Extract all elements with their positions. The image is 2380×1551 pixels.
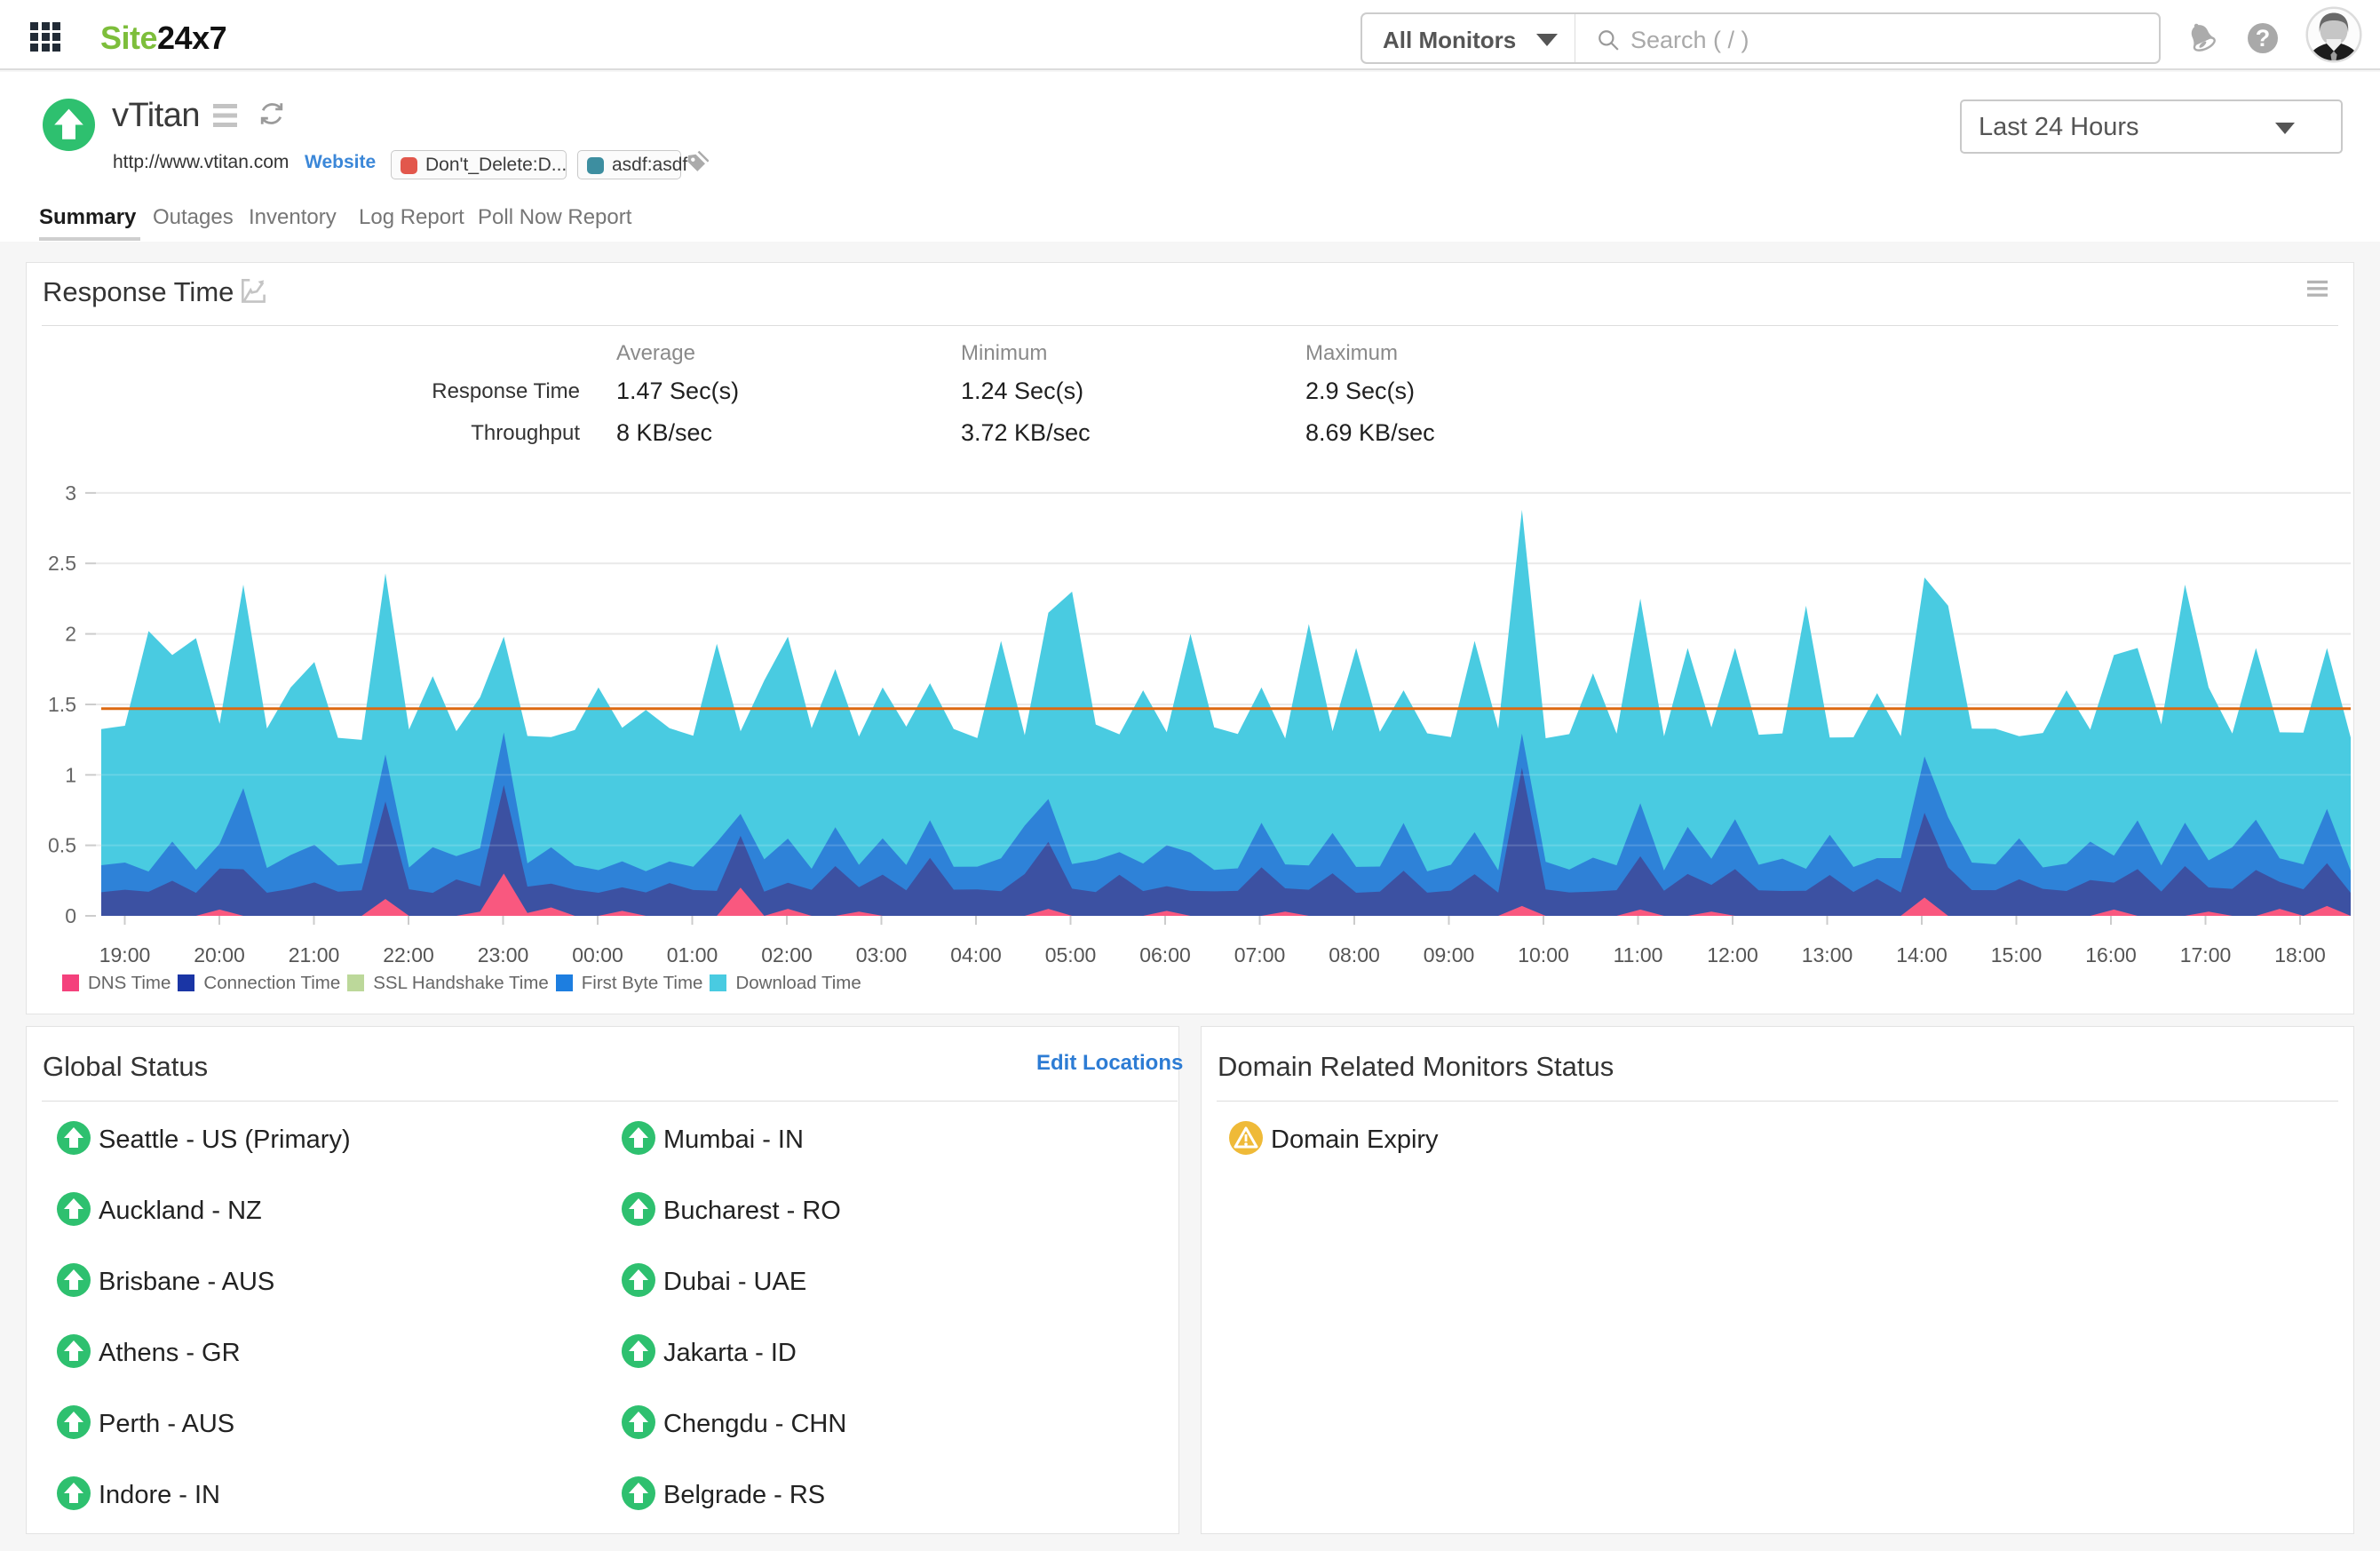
- svg-text:00:00: 00:00: [572, 943, 623, 966]
- svg-text:23:00: 23:00: [478, 943, 529, 966]
- svg-text:19:00: 19:00: [99, 943, 151, 966]
- svg-text:18:00: 18:00: [2274, 943, 2326, 966]
- svg-text:22:00: 22:00: [383, 943, 434, 966]
- svg-text:0.5: 0.5: [48, 834, 76, 857]
- svg-text:13:00: 13:00: [1802, 943, 1853, 966]
- svg-text:2.5: 2.5: [48, 552, 76, 575]
- svg-text:17:00: 17:00: [2180, 943, 2232, 966]
- svg-text:07:00: 07:00: [1234, 943, 1286, 966]
- svg-text:0: 0: [65, 904, 76, 927]
- svg-text:21:00: 21:00: [289, 943, 340, 966]
- svg-text:02:00: 02:00: [761, 943, 813, 966]
- svg-text:20:00: 20:00: [194, 943, 245, 966]
- svg-text:1.5: 1.5: [48, 693, 76, 716]
- svg-text:06:00: 06:00: [1139, 943, 1191, 966]
- svg-text:1: 1: [65, 763, 76, 786]
- svg-text:03:00: 03:00: [856, 943, 908, 966]
- svg-text:14:00: 14:00: [1896, 943, 1948, 966]
- svg-text:08:00: 08:00: [1329, 943, 1380, 966]
- svg-text:16:00: 16:00: [2085, 943, 2137, 966]
- svg-text:04:00: 04:00: [950, 943, 1002, 966]
- svg-text:2: 2: [65, 623, 76, 646]
- svg-text:05:00: 05:00: [1045, 943, 1097, 966]
- svg-text:15:00: 15:00: [1991, 943, 2043, 966]
- svg-text:01:00: 01:00: [667, 943, 718, 966]
- svg-text:09:00: 09:00: [1424, 943, 1475, 966]
- svg-text:11:00: 11:00: [1614, 943, 1663, 966]
- svg-text:10:00: 10:00: [1518, 943, 1569, 966]
- svg-text:12:00: 12:00: [1707, 943, 1758, 966]
- svg-text:3: 3: [65, 481, 76, 505]
